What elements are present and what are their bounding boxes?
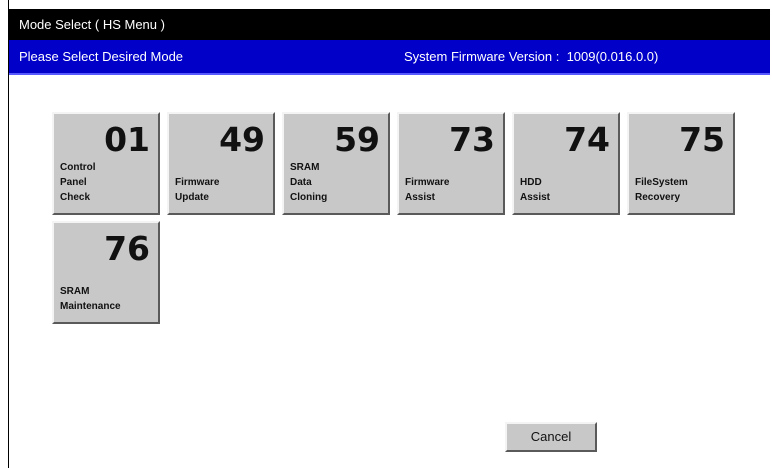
mode-button-75[interactable]: 75 FileSystem Recovery	[627, 112, 735, 215]
mode-label: HDD Assist	[520, 177, 551, 203]
mode-prompt: Please Select Desired Mode	[19, 49, 184, 64]
firmware-version-text: System Firmware Version : 1009(0.016.0.0…	[404, 49, 658, 64]
mode-button-73[interactable]: 73 Firmware Assist	[397, 112, 505, 215]
mode-button-01[interactable]: 01 Control Panel Check	[52, 112, 160, 215]
window-title-bar: Mode Select ( HS Menu )	[9, 9, 770, 40]
mode-number: 75	[679, 120, 725, 159]
mode-button-74[interactable]: 74 HDD Assist	[512, 112, 620, 215]
mode-label: FileSystem Recovery	[635, 177, 688, 203]
mode-number: 73	[449, 120, 495, 159]
mode-label: SRAM Maintenance	[60, 286, 121, 312]
mode-label: Firmware Assist	[405, 177, 450, 203]
firmware-version-value: 1009(0.016.0.0)	[566, 49, 659, 64]
mode-number: 59	[334, 120, 380, 159]
mode-number: 76	[104, 229, 150, 268]
firmware-version-label: System Firmware Version :	[404, 49, 560, 64]
mode-label: Firmware Update	[175, 177, 220, 203]
cancel-button[interactable]: Cancel	[505, 422, 597, 452]
mode-button-76[interactable]: 76 SRAM Maintenance	[52, 221, 160, 324]
mode-button-49[interactable]: 49 Firmware Update	[167, 112, 275, 215]
mode-label: SRAM Data Cloning	[290, 162, 328, 203]
mode-number: 01	[104, 120, 150, 159]
mode-button-59[interactable]: 59 SRAM Data Cloning	[282, 112, 390, 215]
header-bar: Please Select Desired Mode System Firmwa…	[9, 40, 770, 75]
window-title: Mode Select ( HS Menu )	[19, 17, 165, 32]
mode-number: 74	[564, 120, 610, 159]
mode-number: 49	[219, 120, 265, 159]
mode-label: Control Panel Check	[60, 162, 96, 203]
